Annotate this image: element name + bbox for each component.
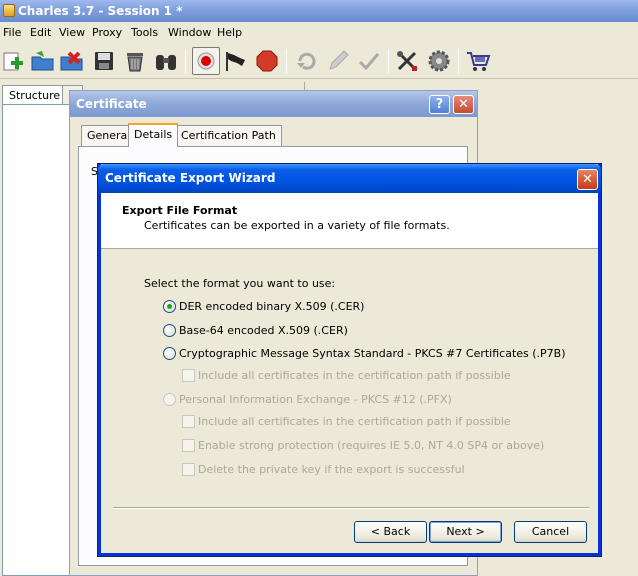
app-titlebar: Charles 3.7 - Session 1 * (0, 0, 638, 22)
format-prompt: Select the format you want to use: (144, 277, 336, 290)
cancel-button[interactable]: Cancel (514, 521, 587, 543)
toolbar (0, 43, 638, 79)
menu-window[interactable]: Window (168, 26, 211, 39)
menu-file[interactable]: File (3, 26, 21, 39)
radio-pkcs7[interactable] (163, 347, 176, 360)
wizard-title: Certificate Export Wizard (105, 171, 276, 185)
checkered-flag-icon[interactable] (222, 47, 250, 75)
close-icon[interactable]: ✕ (577, 169, 598, 190)
close-icon[interactable]: ✕ (453, 95, 474, 114)
menu-help[interactable]: Help (217, 26, 242, 39)
refresh-icon[interactable] (293, 47, 321, 75)
checkbox-include-path-p7b-label: Include all certificates in the certific… (198, 369, 511, 382)
wizard-titlebar: Certificate Export Wizard (98, 164, 601, 193)
certificate-export-wizard: Certificate Export Wizard ✕ Export File … (98, 164, 601, 556)
menu-view[interactable]: View (59, 26, 85, 39)
toolbar-separator (458, 49, 459, 73)
edit-icon[interactable] (324, 47, 352, 75)
close-session-icon[interactable] (58, 47, 86, 75)
radio-pfx[interactable] (163, 393, 176, 406)
radio-base64-label[interactable]: Base-64 encoded X.509 (.CER) (179, 324, 348, 337)
checkbox-strong-protection-label: Enable strong protection (requires IE 5.… (198, 439, 545, 452)
certificate-title: Certificate (76, 97, 147, 111)
menubar: File Edit View Proxy Tools Window Help (0, 22, 638, 43)
page-title: Export File Format (122, 204, 238, 217)
divider (113, 507, 589, 509)
checkbox-include-path-pfx[interactable] (182, 415, 195, 428)
binoculars-icon[interactable] (152, 47, 180, 75)
settings-icon[interactable] (425, 47, 453, 75)
menu-edit[interactable]: Edit (30, 26, 51, 39)
app-title: Charles 3.7 - Session 1 * (18, 4, 183, 18)
cart-icon[interactable] (464, 47, 492, 75)
next-button[interactable]: Next > (429, 521, 502, 543)
menu-proxy[interactable]: Proxy (92, 26, 122, 39)
open-folder-icon[interactable] (29, 47, 57, 75)
toolbar-separator (286, 49, 287, 73)
radio-base64[interactable] (163, 324, 176, 337)
back-button[interactable]: < Back (354, 521, 427, 543)
radio-pkcs7-label[interactable]: Cryptographic Message Syntax Standard - … (179, 347, 566, 360)
radio-der[interactable] (163, 300, 176, 313)
help-icon[interactable]: ? (429, 95, 450, 114)
toolbar-separator (185, 49, 186, 73)
checkbox-delete-private-key[interactable] (182, 463, 195, 476)
charles-app-icon (3, 4, 15, 17)
certificate-titlebar: Certificate (70, 91, 477, 117)
add-icon[interactable] (0, 47, 28, 75)
wizard-header: Export File Format Certificates can be e… (101, 193, 598, 249)
tab-certification-path[interactable]: Certification Path (175, 125, 282, 146)
checkbox-delete-private-key-label: Delete the private key if the export is … (198, 463, 465, 476)
toolbar-separator (388, 49, 389, 73)
save-icon[interactable] (90, 47, 118, 75)
page-subtitle: Certificates can be exported in a variet… (144, 219, 450, 232)
stop-icon[interactable] (253, 47, 281, 75)
checkbox-include-path-pfx-label: Include all certificates in the certific… (198, 415, 511, 428)
tab-structure[interactable]: Structure (2, 85, 68, 105)
tab-details[interactable]: Details (128, 123, 179, 147)
record-icon[interactable] (192, 47, 220, 75)
structure-tree[interactable] (2, 104, 70, 576)
radio-der-label[interactable]: DER encoded binary X.509 (.CER) (179, 300, 364, 313)
menu-tools[interactable]: Tools (131, 26, 158, 39)
trash-icon[interactable] (121, 47, 149, 75)
radio-pfx-label: Personal Information Exchange - PKCS #12… (179, 393, 452, 406)
tools-icon[interactable] (394, 47, 422, 75)
checkbox-include-path-p7b[interactable] (182, 369, 195, 382)
checkbox-strong-protection[interactable] (182, 439, 195, 452)
validate-icon[interactable] (355, 47, 383, 75)
